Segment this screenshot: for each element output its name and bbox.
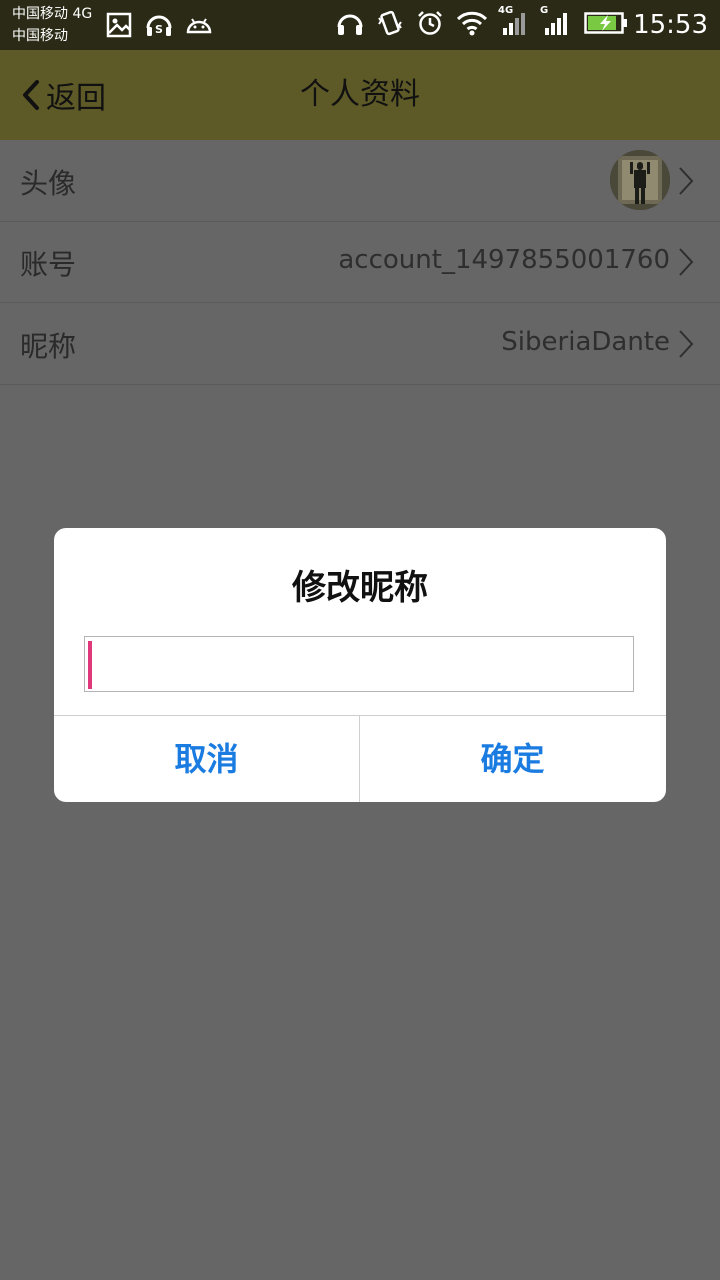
chevron-right-icon — [679, 167, 694, 195]
row-value-account: account_1497855001760 — [338, 245, 670, 275]
signal-g-tag: G — [540, 5, 549, 16]
row-value-nickname: SiberiaDante — [501, 327, 670, 357]
edit-nickname-dialog: 修改昵称 取消 确定 — [54, 528, 666, 802]
row-label-avatar: 头像 — [20, 167, 77, 200]
chevron-right-icon — [679, 330, 694, 358]
text-caret — [88, 641, 92, 689]
wifi-icon — [456, 11, 488, 36]
headset-s-icon: S — [146, 15, 172, 36]
dialog-title: 修改昵称 — [292, 568, 428, 608]
vibrate-icon — [378, 10, 402, 36]
nickname-input[interactable] — [84, 636, 634, 692]
headphones-icon — [337, 14, 363, 35]
status-bar: 中国移动 4G 中国移动 S 4G G 15:53 — [0, 0, 720, 50]
profile-row-account[interactable]: 账号 account_1497855001760 — [0, 221, 720, 303]
row-label-nickname: 昵称 — [20, 330, 77, 363]
avatar — [610, 150, 670, 210]
page-title: 个人资料 — [300, 77, 420, 112]
alarm-icon — [418, 11, 442, 35]
carrier-line-2: 中国移动 — [12, 28, 68, 44]
confirm-button[interactable]: 确定 — [360, 716, 665, 802]
carrier-info: 中国移动 4G 中国移动 — [12, 3, 92, 47]
battery-charging-icon — [584, 12, 627, 34]
status-left-icons: S — [105, 11, 213, 39]
status-clock: 15:53 — [633, 10, 708, 40]
signal-g-icon: G — [540, 5, 572, 37]
row-label-account: 账号 — [20, 248, 77, 281]
profile-row-nickname[interactable]: 昵称 SiberiaDante — [0, 303, 720, 385]
status-right-icons: 4G G — [336, 5, 628, 37]
signal-4g-tag: 4G — [498, 5, 514, 16]
avatar-image — [610, 150, 670, 210]
app-header: 返回 个人资料 — [0, 50, 720, 140]
svg-text:S: S — [155, 23, 163, 36]
cancel-button[interactable]: 取消 — [54, 716, 359, 802]
android-icon — [186, 18, 212, 34]
carrier-line-1: 中国移动 4G — [12, 6, 93, 22]
chevron-right-icon — [679, 248, 694, 276]
image-icon — [106, 12, 132, 38]
signal-4g-icon: 4G — [498, 5, 530, 37]
profile-row-avatar[interactable]: 头像 — [0, 140, 720, 222]
